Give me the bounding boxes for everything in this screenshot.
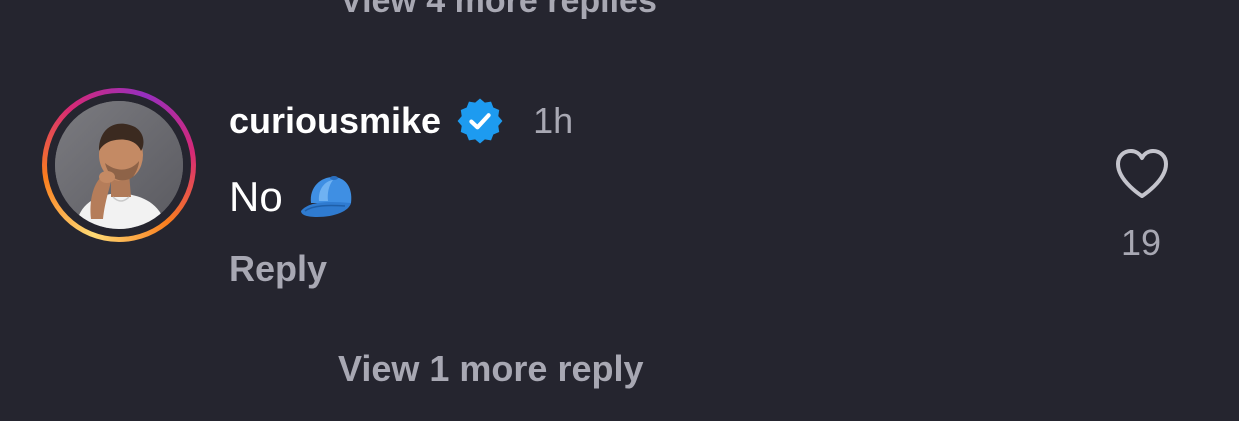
reply-button[interactable]: Reply (229, 248, 327, 290)
heart-outline-icon (1116, 149, 1168, 198)
comment-body: No (229, 170, 357, 224)
view-more-replies-top[interactable]: View 4 more replies (340, 0, 657, 21)
timestamp: 1h (533, 100, 574, 141)
avatar-photo-icon (55, 101, 183, 229)
avatar[interactable] (55, 101, 183, 229)
story-ring[interactable] (42, 88, 196, 242)
blue-cap-icon (299, 173, 357, 221)
like-button[interactable] (1112, 146, 1172, 202)
comment-header: curiousmike 1h (229, 96, 573, 146)
verified-badge-icon (457, 98, 503, 144)
like-count: 19 (1120, 222, 1162, 263)
view-more-replies-button[interactable]: View 1 more reply (338, 348, 644, 390)
username[interactable]: curiousmike (229, 100, 441, 142)
comment-text: No (229, 173, 283, 220)
